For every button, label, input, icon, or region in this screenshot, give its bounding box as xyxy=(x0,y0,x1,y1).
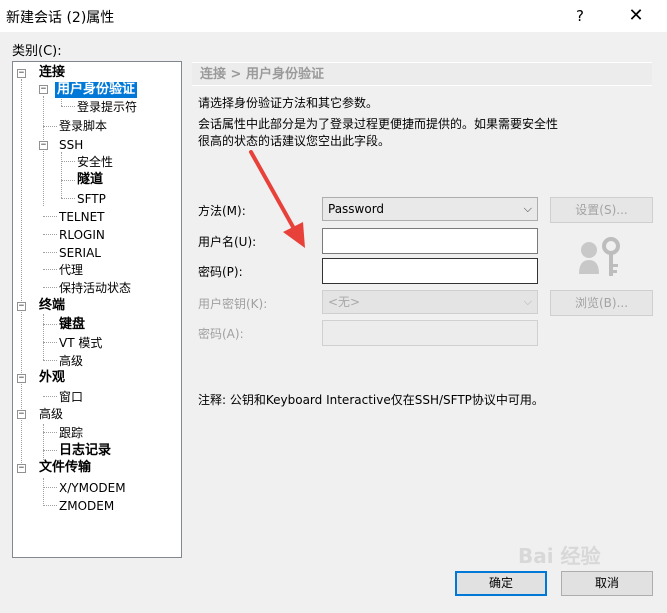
collapse-icon[interactable]: − xyxy=(39,141,48,150)
collapse-icon[interactable]: − xyxy=(17,464,26,473)
tree-item-terminal-advanced[interactable]: 高级 xyxy=(59,353,83,369)
category-tree[interactable]: − − − − − − − 连接 用户身份验证 登录提示符 登录脚本 SSH 安… xyxy=(12,61,182,558)
collapse-icon[interactable]: − xyxy=(17,374,26,383)
watermark: Bai 经验 xyxy=(518,544,601,568)
username-input[interactable] xyxy=(322,228,538,254)
tree-item-appearance[interactable]: 外观 xyxy=(39,370,65,386)
window-title: 新建会话 (2)属性 xyxy=(6,10,115,26)
tree-item-zmodem[interactable]: ZMODEM xyxy=(59,498,114,514)
panel-description-line2: 会话属性中此部分是为了登录过程更便捷而提供的。如果需要安全性 xyxy=(198,117,559,131)
tree-line xyxy=(43,342,57,343)
tree-line xyxy=(43,287,57,288)
tree-item-keyboard[interactable]: 键盘 xyxy=(59,317,85,333)
user-key-select-value: <无> xyxy=(328,295,361,309)
chevron-down-icon: ⌵ xyxy=(523,202,532,215)
tree-item-file-transfer[interactable]: 文件传输 xyxy=(39,460,91,476)
tree-line xyxy=(43,396,57,397)
note-text: 注释: 公钥和Keyboard Interactive仅在SSH/SFTP协议中… xyxy=(198,393,544,407)
close-button[interactable]: ✕ xyxy=(622,4,650,28)
passphrase-label: 密码(A): xyxy=(198,327,244,341)
tree-line xyxy=(43,216,57,217)
tree-item-tunnel[interactable]: 隧道 xyxy=(77,172,103,188)
collapse-icon[interactable]: − xyxy=(17,410,26,419)
tree-line xyxy=(61,152,62,198)
user-key-select: <无> ⌵ xyxy=(322,290,538,314)
tree-item-logging[interactable]: 日志记录 xyxy=(59,443,111,459)
tree-item-keepalive[interactable]: 保持活动状态 xyxy=(59,280,131,296)
tree-line xyxy=(61,106,75,107)
tree-item-serial[interactable]: SERIAL xyxy=(59,245,101,261)
user-key-icon xyxy=(579,237,620,276)
panel-description: 请选择身份验证方法和其它参数。 xyxy=(198,96,379,110)
tree-item-user-auth[interactable]: 用户身份验证 xyxy=(55,82,138,98)
tree-item-login-script[interactable]: 登录脚本 xyxy=(59,118,107,134)
category-label: 类别(C): xyxy=(12,44,62,59)
tree-item-connect[interactable]: 连接 xyxy=(39,65,65,81)
tree-line xyxy=(61,198,75,199)
tree-line xyxy=(43,424,44,460)
tree-item-trace[interactable]: 跟踪 xyxy=(59,425,83,441)
tree-line xyxy=(43,450,57,451)
tree-item-proxy[interactable]: 代理 xyxy=(59,262,83,278)
tree-line xyxy=(61,180,75,181)
collapse-icon[interactable]: − xyxy=(17,69,26,78)
tree-line xyxy=(43,314,44,360)
tree-line xyxy=(43,126,57,127)
tree-line xyxy=(43,324,57,325)
password-label: 密码(P): xyxy=(198,265,243,279)
collapse-icon[interactable]: − xyxy=(39,85,48,94)
panel-description-line3: 很高的状态的话建议您空出此字段。 xyxy=(198,134,391,148)
tree-line xyxy=(43,360,57,361)
tree-item-xymodem[interactable]: X/YMODEM xyxy=(59,480,126,496)
settings-button[interactable]: 设置(S)... xyxy=(550,197,653,223)
tree-line xyxy=(43,432,57,433)
tree-item-telnet[interactable]: TELNET xyxy=(59,209,105,225)
method-select-value: Password xyxy=(328,202,385,216)
annotation-arrow-icon xyxy=(249,150,305,248)
title-bar: 新建会话 (2)属性 ? ✕ xyxy=(0,0,667,32)
collapse-icon[interactable]: − xyxy=(17,302,26,311)
panel-breadcrumb: 连接 > 用户身份验证 xyxy=(192,62,652,86)
passphrase-input xyxy=(322,320,538,346)
tree-item-sftp[interactable]: SFTP xyxy=(77,191,106,207)
tree-item-terminal[interactable]: 终端 xyxy=(39,298,65,314)
password-input[interactable] xyxy=(322,258,538,284)
tree-line xyxy=(61,161,75,162)
tree-line xyxy=(43,234,57,235)
tree-item-ssh[interactable]: SSH xyxy=(59,137,83,153)
tree-line xyxy=(43,96,44,206)
tree-item-login-prompts[interactable]: 登录提示符 xyxy=(77,99,137,115)
tree-line xyxy=(43,252,57,253)
ok-button[interactable]: 确定 xyxy=(455,571,547,596)
method-label: 方法(M): xyxy=(198,204,246,218)
chevron-down-icon: ⌵ xyxy=(523,295,532,308)
cancel-button[interactable]: 取消 xyxy=(561,571,653,596)
tree-item-security[interactable]: 安全性 xyxy=(77,154,113,170)
tree-line xyxy=(43,505,57,506)
tree-item-vt-mode[interactable]: VT 模式 xyxy=(59,335,102,351)
method-select[interactable]: Password ⌵ xyxy=(322,197,538,221)
browse-button[interactable]: 浏览(B)... xyxy=(550,290,653,316)
tree-item-rlogin[interactable]: RLOGIN xyxy=(59,227,105,243)
tree-line xyxy=(43,487,57,488)
tree-line xyxy=(43,478,44,506)
help-button[interactable]: ? xyxy=(566,4,594,28)
tree-item-window[interactable]: 窗口 xyxy=(59,389,83,405)
user-key-label: 用户密钥(K): xyxy=(198,297,268,311)
tree-item-advanced[interactable]: 高级 xyxy=(39,406,63,422)
tree-line xyxy=(43,269,57,270)
